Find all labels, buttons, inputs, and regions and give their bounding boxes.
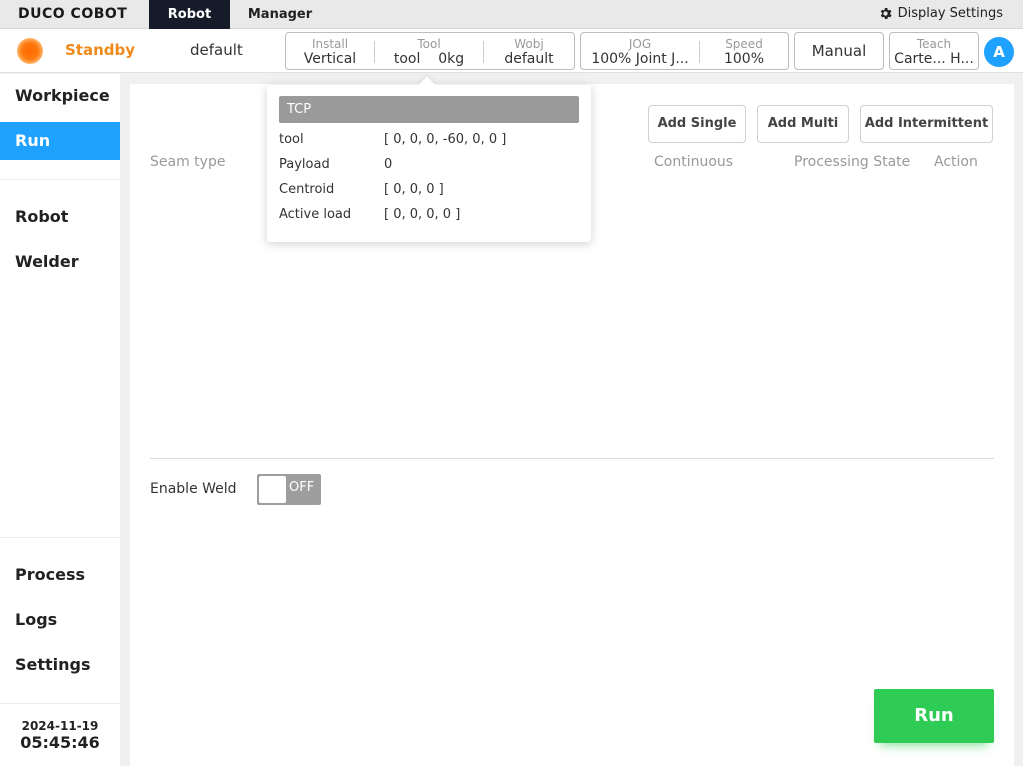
top-navigation: DUCO COBOT Robot Manager Display Setting… <box>0 0 1023 29</box>
tool-load: 0kg <box>438 51 465 67</box>
display-settings-label: Display Settings <box>897 6 1003 21</box>
speed-cell[interactable]: Speed 100% <box>700 33 788 69</box>
tcp-title: TCP <box>279 96 579 123</box>
profile-name[interactable]: default <box>190 41 243 59</box>
sidebar-divider <box>0 537 120 538</box>
sidebar-item-process[interactable]: Process <box>0 556 120 594</box>
tcp-key: tool <box>279 132 304 147</box>
date-time: 2024-11-19 05:45:46 <box>0 719 120 752</box>
tool-values: tool 0kg <box>375 51 483 67</box>
wobj-label: Wobj <box>514 37 544 51</box>
add-multi-button[interactable]: Add Multi <box>757 105 849 143</box>
tcp-value: [ 0, 0, 0, -60, 0, 0 ] <box>384 132 507 147</box>
tool-label: Tool <box>417 37 441 51</box>
wobj-value: default <box>504 51 554 67</box>
jog-label: JOG <box>628 37 652 51</box>
tcp-popover: TCP tool [ 0, 0, 0, -60, 0, 0 ] Payload … <box>267 76 591 242</box>
speed-label: Speed <box>725 37 763 51</box>
robot-state: Standby <box>65 41 136 59</box>
gear-icon <box>880 8 892 19</box>
sidebar-item-workpiece[interactable]: Workpiece <box>0 77 120 115</box>
divider <box>150 458 994 459</box>
popover-arrow <box>418 76 436 94</box>
current-time: 05:45:46 <box>20 733 100 752</box>
teach-label: Teach <box>916 37 952 51</box>
toggle-knob <box>259 476 286 503</box>
wobj-cell[interactable]: Wobj default <box>484 33 574 69</box>
status-bar: Standby default Install Vertical Tool to… <box>0 29 1023 73</box>
tcp-value: [ 0, 0, 0 ] <box>384 182 444 197</box>
add-single-button[interactable]: Add Single <box>648 105 746 143</box>
toggle-state: OFF <box>289 480 315 495</box>
sidebar-item-logs[interactable]: Logs <box>0 601 120 639</box>
install-label: Install <box>311 37 349 51</box>
enable-weld-label: Enable Weld <box>150 481 237 497</box>
column-header-action: Action <box>934 154 978 170</box>
column-header-seam-type: Seam type <box>150 154 226 170</box>
run-button[interactable]: Run <box>874 689 994 743</box>
column-header-continuous: Continuous <box>654 154 734 170</box>
tab-robot[interactable]: Robot <box>149 0 230 29</box>
install-tool-wobj-box[interactable]: Install Vertical Tool tool 0kg Wobj defa… <box>285 32 575 70</box>
sidebar-item-run[interactable]: Run <box>0 122 120 160</box>
tcp-value: [ 0, 0, 0, 0 ] <box>384 207 461 222</box>
teach-value: Carte... H... <box>894 51 974 67</box>
tool-value: tool <box>393 51 421 67</box>
sidebar-item-settings[interactable]: Settings <box>0 646 120 684</box>
sidebar-item-robot[interactable]: Robot <box>0 198 120 236</box>
jog-cell[interactable]: JOG 100% Joint J... <box>581 33 699 69</box>
jog-speed-box[interactable]: JOG 100% Joint J... Speed 100% <box>580 32 789 70</box>
sidebar: Workpiece Run Robot Welder Process Logs … <box>0 74 120 766</box>
status-indicator-icon <box>17 38 43 64</box>
tool-cell[interactable]: Tool tool 0kg <box>375 33 483 69</box>
tcp-key: Active load <box>279 207 352 222</box>
sidebar-divider <box>0 703 120 704</box>
user-avatar[interactable]: A <box>984 37 1014 67</box>
column-header-processing-state: Processing State <box>794 154 911 170</box>
teach-cell[interactable]: Teach Carte... H... <box>890 33 978 69</box>
mode-manual-button[interactable]: Manual <box>794 32 884 70</box>
display-settings-button[interactable]: Display Settings <box>878 6 1003 21</box>
jog-value: 100% Joint J... <box>591 51 689 67</box>
duco-cobot-logo: DUCO COBOT <box>18 6 128 22</box>
tcp-key: Payload <box>279 157 330 172</box>
tab-manager[interactable]: Manager <box>236 0 324 29</box>
current-date: 2024-11-19 <box>21 719 99 733</box>
sidebar-divider <box>0 179 120 180</box>
enable-weld-toggle[interactable]: OFF <box>257 474 321 505</box>
install-value: Vertical <box>303 51 357 67</box>
install-cell[interactable]: Install Vertical <box>286 33 374 69</box>
tcp-key: Centroid <box>279 182 335 197</box>
speed-value: 100% <box>723 51 765 67</box>
tcp-value: 0 <box>384 157 393 172</box>
sidebar-item-welder[interactable]: Welder <box>0 243 120 281</box>
teach-box[interactable]: Teach Carte... H... <box>889 32 979 70</box>
add-intermittent-button[interactable]: Add Intermittent <box>860 105 993 143</box>
